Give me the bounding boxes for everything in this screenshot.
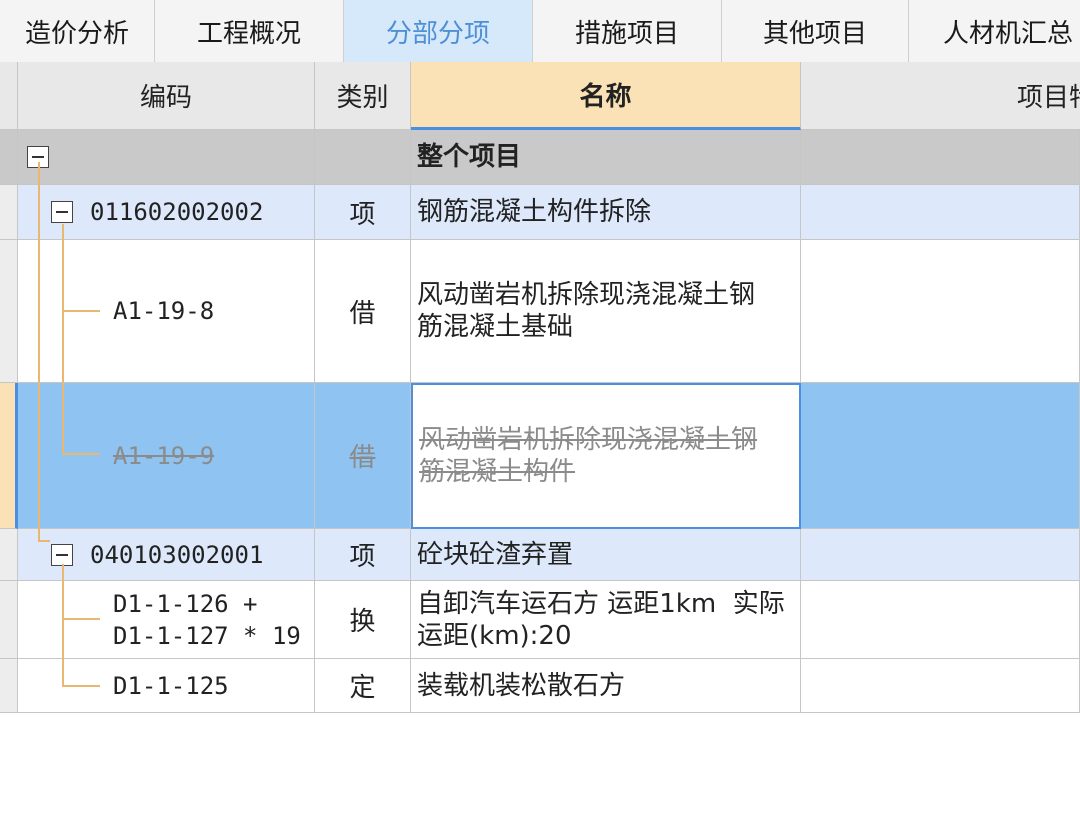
row-indicator	[0, 581, 18, 659]
row-indicator	[0, 383, 18, 529]
collapse-icon[interactable]	[51, 544, 73, 566]
type-text: 项	[349, 199, 376, 230]
feature-cell[interactable]	[801, 529, 1080, 581]
code-text: A1-19-9	[113, 441, 215, 470]
type-cell[interactable]: 定	[315, 659, 411, 713]
tab-project-overview[interactable]: 工程概况	[155, 0, 344, 62]
type-cell[interactable]: 借	[315, 383, 411, 529]
tab-label: 其他项目	[762, 18, 867, 49]
type-cell[interactable]: 项	[315, 529, 411, 581]
tree-line	[62, 685, 100, 687]
tab-label: 工程概况	[196, 18, 301, 49]
tab-bar: 造价分析 工程概况 分部分项 措施项目 其他项目 人材机汇总	[0, 0, 1080, 64]
type-text: 借	[349, 443, 376, 473]
tree-line	[38, 540, 50, 542]
type-cell[interactable]: 换	[315, 581, 411, 659]
tree-line	[62, 224, 64, 454]
row-indicator	[0, 240, 18, 383]
type-text: 定	[349, 673, 376, 703]
name-text: 砼块砼渣弃置	[417, 539, 574, 570]
table-row[interactable]: 整个项目	[0, 130, 1080, 185]
code-text: D1-1-125	[113, 671, 229, 700]
header-code-label: 编码	[139, 83, 192, 113]
table-row[interactable]: 011602002002 项 钢筋混凝土构件拆除	[0, 185, 1080, 240]
tree-line	[62, 310, 100, 312]
type-cell[interactable]: 项	[315, 185, 411, 240]
name-text: 装载机装松散石方	[417, 670, 626, 701]
tree-line	[62, 453, 100, 455]
tab-measures[interactable]: 措施项目	[533, 0, 722, 62]
tab-cost-analysis[interactable]: 造价分析	[0, 0, 155, 62]
tab-sub-items[interactable]: 分部分项	[344, 0, 533, 62]
tab-label: 措施项目	[574, 18, 679, 49]
tree-line	[62, 564, 64, 686]
collapse-icon[interactable]	[51, 201, 73, 223]
type-cell[interactable]: 借	[315, 240, 411, 383]
name-cell[interactable]: 整个项目	[411, 130, 801, 185]
feature-cell[interactable]	[801, 185, 1080, 240]
header-feature[interactable]: 项目特征	[801, 62, 1080, 130]
tab-label: 分部分项	[385, 18, 490, 49]
name-cell[interactable]: 装载机装松散石方	[411, 659, 801, 713]
header-name[interactable]: 名称	[411, 62, 801, 130]
table-row[interactable]: D1-1-125 定 装载机装松散石方	[0, 659, 1080, 713]
name-cell[interactable]: 钢筋混凝土构件拆除	[411, 185, 801, 240]
name-cell[interactable]: 风动凿岩机拆除现浇混凝土钢筋混凝土基础	[411, 240, 801, 383]
tab-other-items[interactable]: 其他项目	[722, 0, 909, 62]
name-cell[interactable]: 自卸汽车运石方 运距1km 实际运距(km):20	[411, 581, 801, 659]
header-indicator	[0, 62, 18, 130]
header-type[interactable]: 类别	[315, 62, 411, 130]
table-row-selected[interactable]: A1-19-9 借 风动凿岩机拆除现浇混凝土钢筋混凝土构件	[0, 383, 1080, 529]
name-cell[interactable]: 砼块砼渣弃置	[411, 529, 801, 581]
tree-line	[62, 618, 100, 620]
code-text: D1-1-126 + D1-1-127 * 19	[113, 589, 301, 650]
feature-cell[interactable]	[801, 383, 1080, 529]
feature-cell[interactable]	[801, 130, 1080, 185]
code-text: 040103002001	[90, 540, 264, 569]
feature-cell[interactable]	[801, 659, 1080, 713]
header-type-label: 类别	[336, 83, 389, 113]
name-text: 风动凿岩机拆除现浇混凝土钢筋混凝土基础	[417, 280, 756, 342]
table-row[interactable]: A1-19-8 借 风动凿岩机拆除现浇混凝土钢筋混凝土基础	[0, 240, 1080, 383]
code-cell[interactable]	[18, 130, 315, 185]
type-text: 借	[349, 298, 376, 329]
name-cell-editing[interactable]: 风动凿岩机拆除现浇混凝土钢筋混凝土构件	[411, 383, 801, 529]
name-text: 风动凿岩机拆除现浇混凝土钢筋混凝土构件	[419, 425, 758, 487]
code-text: A1-19-8	[113, 297, 215, 325]
type-text: 项	[349, 542, 376, 572]
tab-resource-summary[interactable]: 人材机汇总	[909, 0, 1080, 62]
header-name-label: 名称	[579, 82, 632, 112]
row-indicator	[0, 130, 18, 185]
row-indicator	[0, 529, 18, 581]
feature-cell[interactable]	[801, 581, 1080, 659]
table-row[interactable]: D1-1-126 + D1-1-127 * 19 换 自卸汽车运石方 运距1km…	[0, 581, 1080, 659]
tree-line	[38, 162, 40, 542]
feature-cell[interactable]	[801, 240, 1080, 383]
header-feature-label: 项目特征	[1017, 83, 1080, 113]
table-row[interactable]: 040103002001 项 砼块砼渣弃置	[0, 529, 1080, 581]
name-text: 整个项目	[417, 142, 522, 172]
name-text: 自卸汽车运石方 运距1km 实际运距(km):20	[417, 588, 785, 651]
tab-label: 造价分析	[24, 18, 129, 49]
type-cell[interactable]	[315, 130, 411, 185]
type-text: 换	[349, 607, 376, 637]
row-indicator	[0, 659, 18, 713]
row-indicator	[0, 185, 18, 240]
tab-label: 人材机汇总	[943, 18, 1074, 49]
name-text: 钢筋混凝土构件拆除	[417, 197, 652, 227]
code-text: 011602002002	[90, 198, 264, 226]
header-code[interactable]: 编码	[18, 62, 315, 130]
